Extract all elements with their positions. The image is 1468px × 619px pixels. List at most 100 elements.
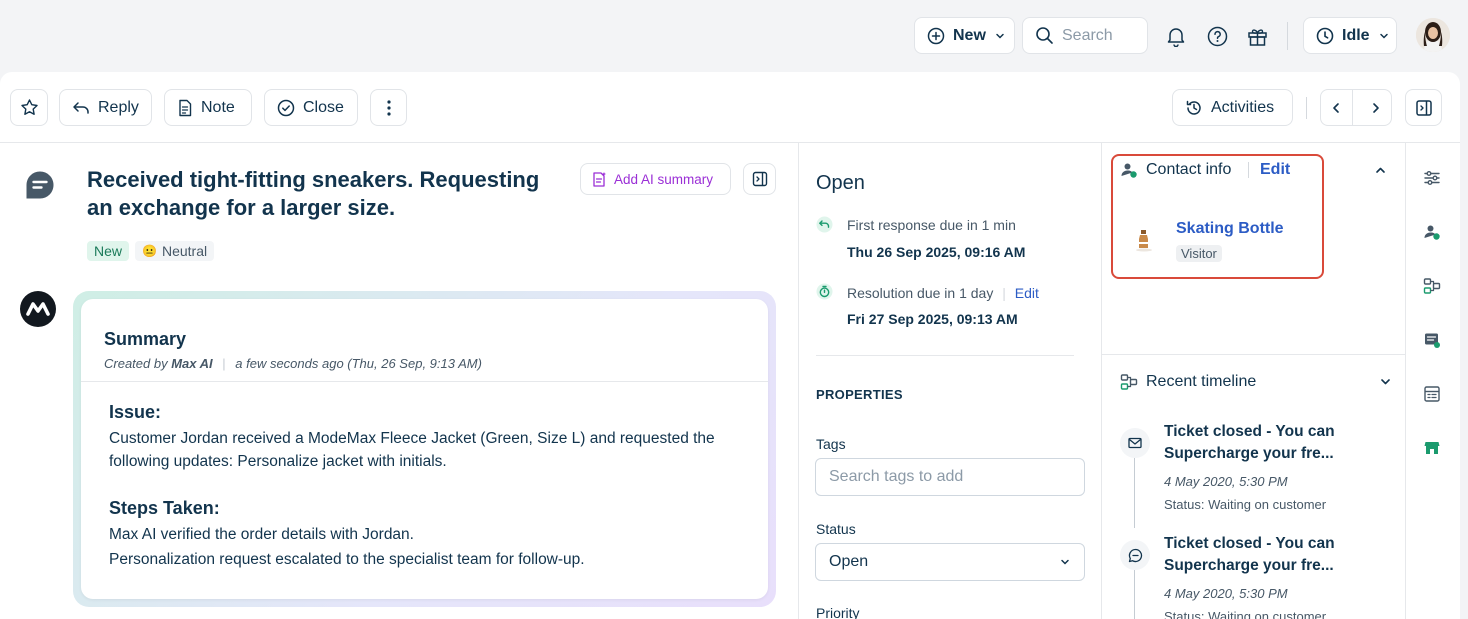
reply-icon bbox=[72, 100, 90, 116]
chevron-down-icon[interactable] bbox=[1379, 376, 1392, 388]
timeline-item-title[interactable]: Ticket closed - You can Supercharge your… bbox=[1164, 533, 1364, 577]
resolution-date: Fri 27 Sep 2025, 09:13 AM bbox=[847, 311, 1018, 327]
contact-timeline-separator bbox=[1102, 354, 1405, 355]
timeline-icon bbox=[1120, 373, 1138, 391]
contact-person-icon bbox=[1120, 161, 1138, 179]
status-select-value: Open bbox=[829, 553, 869, 570]
details-divider bbox=[1101, 143, 1102, 619]
top-bar: New Search Idle bbox=[0, 0, 1468, 72]
topbar-divider bbox=[1287, 22, 1288, 50]
contact-type-badge: Visitor bbox=[1176, 245, 1222, 262]
contact-details-icon[interactable] bbox=[1420, 220, 1444, 244]
store-rail-icon[interactable] bbox=[1420, 436, 1444, 460]
chevron-up-icon[interactable] bbox=[1374, 164, 1387, 176]
chevron-down-icon bbox=[994, 30, 1006, 42]
new-button-label: New bbox=[953, 26, 986, 44]
issue-heading: Issue: bbox=[109, 402, 162, 422]
recent-timeline-heading: Recent timeline bbox=[1146, 373, 1257, 390]
chevron-down-icon bbox=[1059, 556, 1071, 568]
sentiment-emoji: 😐 bbox=[142, 244, 157, 258]
timeline-connector bbox=[1134, 458, 1135, 528]
timeline-rail-icon[interactable] bbox=[1420, 274, 1444, 298]
summary-meta: Created by Max AI | a few seconds ago (T… bbox=[104, 356, 482, 371]
timeline-item-title[interactable]: Ticket closed - You can Supercharge your… bbox=[1164, 421, 1364, 465]
summary-timestamp: a few seconds ago (Thu, 26 Sep, 9:13 AM) bbox=[235, 356, 482, 371]
chevron-right-icon bbox=[1371, 102, 1381, 114]
star-icon bbox=[20, 98, 39, 117]
step-2: Personalization request escalated to the… bbox=[109, 551, 585, 568]
agent-status-label: Idle bbox=[1342, 26, 1370, 44]
conversation-divider bbox=[798, 143, 799, 619]
new-button[interactable]: New bbox=[914, 17, 1015, 54]
chevron-down-icon bbox=[1378, 30, 1390, 42]
reply-label: Reply bbox=[98, 98, 139, 116]
activities-label: Activities bbox=[1211, 98, 1275, 116]
resolution-label: Resolution due in 1 day | Edit bbox=[847, 285, 1039, 301]
previous-ticket-button[interactable] bbox=[1321, 90, 1353, 125]
apps-rail-icon[interactable] bbox=[1420, 382, 1444, 406]
contact-avatar bbox=[1132, 228, 1156, 254]
ticket-type-icon bbox=[25, 170, 55, 200]
check-circle-icon bbox=[277, 99, 295, 117]
search-input[interactable]: Search bbox=[1022, 17, 1148, 54]
add-ai-summary-label: Add AI summary bbox=[614, 171, 714, 187]
note-label: Note bbox=[201, 98, 235, 116]
properties-sliders-icon[interactable] bbox=[1420, 166, 1444, 190]
more-options-button[interactable] bbox=[370, 89, 407, 126]
gift-icon[interactable] bbox=[1245, 24, 1269, 48]
clock-icon bbox=[1316, 27, 1334, 45]
chat-timeline-icon bbox=[1120, 540, 1150, 570]
sentiment-badge: 😐 Neutral bbox=[135, 241, 215, 261]
activities-button[interactable]: Activities bbox=[1172, 89, 1293, 126]
ai-summary-card: Summary Created by Max AI | a few second… bbox=[81, 299, 768, 599]
ai-summary-frame: Summary Created by Max AI | a few second… bbox=[73, 291, 776, 607]
add-ai-summary-button[interactable]: Add AI summary bbox=[580, 163, 731, 195]
tags-placeholder: Search tags to add bbox=[829, 468, 964, 485]
status-badge: New bbox=[87, 241, 130, 261]
details-separator bbox=[816, 355, 1074, 356]
timeline-connector bbox=[1134, 570, 1135, 619]
resolution-edit-link[interactable]: Edit bbox=[1015, 285, 1039, 301]
summary-author: Max AI bbox=[171, 356, 213, 371]
timeline-item-status: Status: Waiting on customer bbox=[1164, 497, 1327, 512]
avatar[interactable] bbox=[1416, 18, 1450, 52]
search-icon bbox=[1035, 26, 1054, 45]
contact-info-heading: Contact info bbox=[1146, 161, 1232, 178]
next-ticket-button[interactable] bbox=[1361, 90, 1392, 125]
sentiment-label: Neutral bbox=[161, 243, 208, 259]
note-button[interactable]: Note bbox=[164, 89, 252, 126]
resolution-timer-icon bbox=[816, 283, 833, 300]
first-response-date: Thu 26 Sep 2025, 09:16 AM bbox=[847, 244, 1026, 260]
status-select[interactable]: Open bbox=[815, 543, 1085, 581]
max-ai-avatar bbox=[20, 291, 56, 327]
toolbar-divider bbox=[1306, 97, 1307, 119]
properties-heading: PROPERTIES bbox=[816, 387, 903, 402]
rail-divider bbox=[1405, 143, 1406, 619]
priority-label: Priority bbox=[816, 605, 860, 619]
tickets-rail-icon[interactable] bbox=[1420, 328, 1444, 352]
resolution-divider: | bbox=[1002, 285, 1006, 301]
contact-name-link[interactable]: Skating Bottle bbox=[1176, 220, 1284, 238]
chevron-left-icon bbox=[1331, 102, 1341, 114]
first-response-icon bbox=[816, 216, 833, 233]
summary-header: Summary Created by Max AI | a few second… bbox=[81, 299, 768, 382]
resolution-text: Resolution due in 1 day bbox=[847, 285, 994, 301]
ticket-title: Received tight-fitting sneakers. Request… bbox=[87, 167, 540, 220]
ticket-pager bbox=[1320, 89, 1392, 126]
toggle-sidebar-button[interactable] bbox=[1405, 89, 1442, 126]
search-placeholder: Search bbox=[1062, 26, 1113, 44]
ai-sparkle-icon bbox=[591, 171, 608, 188]
contact-edit-link[interactable]: Edit bbox=[1260, 161, 1290, 179]
close-button[interactable]: Close bbox=[264, 89, 358, 126]
bell-icon[interactable] bbox=[1164, 24, 1188, 48]
summary-title: Summary bbox=[104, 329, 187, 349]
meta-separator: | bbox=[222, 356, 226, 371]
star-button[interactable] bbox=[10, 89, 48, 126]
issue-text: Customer Jordan received a ModeMax Fleec… bbox=[109, 430, 715, 470]
expand-panel-button[interactable] bbox=[743, 163, 776, 195]
sidebar-panel-icon bbox=[752, 171, 768, 187]
reply-button[interactable]: Reply bbox=[59, 89, 152, 126]
tags-input[interactable]: Search tags to add bbox=[815, 458, 1085, 496]
agent-status-dropdown[interactable]: Idle bbox=[1303, 17, 1397, 54]
help-icon[interactable] bbox=[1205, 24, 1229, 48]
